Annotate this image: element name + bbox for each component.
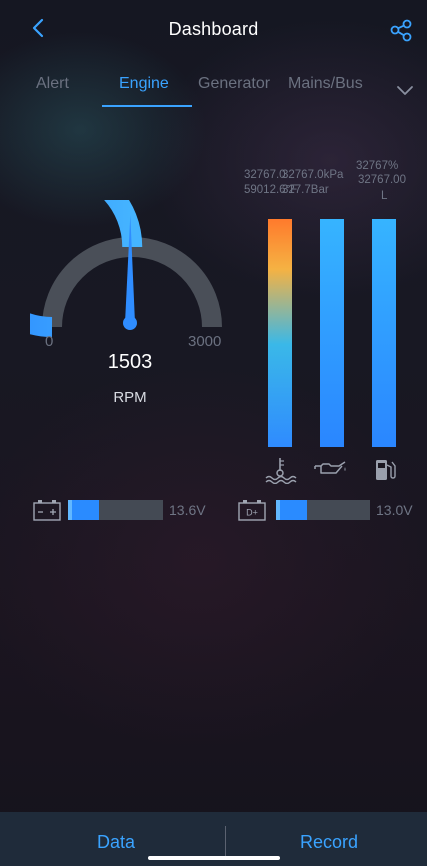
header: Dashboard bbox=[0, 0, 427, 60]
d-plus-voltage-bar bbox=[276, 500, 370, 520]
home-indicator[interactable] bbox=[148, 856, 280, 860]
tab-bar: Alert Engine Generator Mains/Bus bbox=[0, 62, 427, 112]
tab-generator[interactable]: Generator bbox=[198, 75, 270, 93]
fuel-volume-value: 32767.00 bbox=[358, 174, 406, 186]
record-button[interactable]: Record bbox=[300, 832, 358, 853]
rpm-unit: RPM bbox=[113, 389, 147, 406]
battery-voltage-fill bbox=[68, 500, 100, 520]
gauge-min-label: 0 bbox=[45, 333, 54, 350]
rpm-value: 1503 bbox=[107, 351, 153, 373]
page-title: Dashboard bbox=[168, 19, 259, 39]
d-plus-voltage-fill bbox=[276, 500, 308, 520]
gauge-max-label: 3000 bbox=[188, 333, 222, 350]
bottom-divider bbox=[225, 826, 226, 856]
coolant-temperature-icon bbox=[265, 458, 297, 484]
oil-pressure-bar bbox=[320, 219, 344, 447]
share-icon[interactable] bbox=[386, 16, 416, 46]
coolant-temp-value: 32767.0 bbox=[244, 169, 286, 181]
chevron-down-icon[interactable] bbox=[392, 80, 418, 100]
d-plus-label: D+ bbox=[246, 508, 258, 518]
battery-voltage-bar bbox=[68, 500, 163, 520]
fuel-pump-icon bbox=[376, 460, 396, 480]
oil-pressure-value: 32767.0kPa bbox=[282, 169, 344, 181]
fuel-unit: L bbox=[381, 190, 388, 202]
gauge-hub bbox=[123, 316, 137, 330]
oil-pressure-bar-value: 327.7Bar bbox=[282, 184, 329, 196]
d-plus-voltage-value: 13.0V bbox=[376, 502, 413, 518]
battery-voltage-value: 13.6V bbox=[169, 502, 206, 518]
active-tab-indicator bbox=[102, 105, 192, 107]
oil-pressure-icon bbox=[314, 461, 346, 474]
more-tabs-button[interactable] bbox=[392, 80, 418, 100]
share-button[interactable] bbox=[386, 16, 416, 46]
fuel-percent-value: 32767% bbox=[356, 160, 399, 172]
d-plus-icon: D+ bbox=[238, 500, 266, 521]
coolant-temp-bar bbox=[268, 219, 292, 447]
battery-icon bbox=[33, 500, 61, 521]
data-button[interactable]: Data bbox=[97, 832, 135, 853]
tab-mains-bus[interactable]: Mains/Bus bbox=[288, 75, 363, 93]
tab-alert[interactable]: Alert bbox=[36, 75, 69, 93]
tab-engine[interactable]: Engine bbox=[119, 75, 169, 93]
fuel-level-bar bbox=[372, 219, 396, 447]
